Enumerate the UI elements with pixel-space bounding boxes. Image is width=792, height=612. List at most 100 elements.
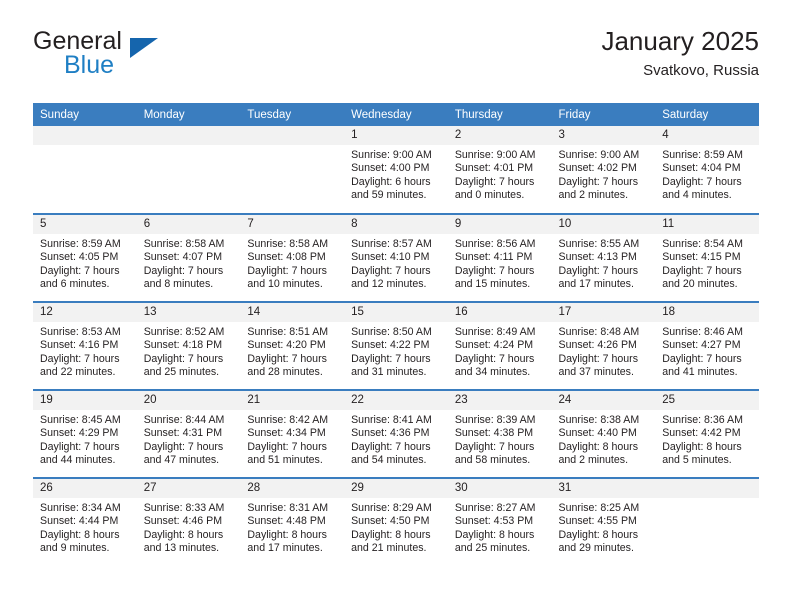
daylight-text-line1: Daylight: 7 hours [351,352,431,365]
page-subtitle-location: Svatkovo, Russia [643,62,759,79]
calendar-day-cell[interactable]: 21 Sunrise: 8:42 AM Sunset: 4:34 PM Dayligh… [240,389,345,478]
calendar-day-cell[interactable]: 2 Sunrise: 9:00 AM Sunset: 4:01 PM Daylight… [447,126,552,214]
daylight-text-line1: Daylight: 7 hours [143,352,224,365]
calendar-day-cell[interactable]: 23 Sunrise: 8:39 AM Sunset: 4:38 PM Dayligh… [447,389,552,478]
sunset-text: Sunset: 4:31 PM [143,427,223,440]
day-number: 16 [447,303,552,322]
calendar-day-cell[interactable]: 31 Sunrise: 8:25 AM Sunset: 4:55 PM Dayligh… [551,477,656,566]
daylight-text-line1: Daylight: 8 hours [558,528,639,541]
calendar-day-cell[interactable]: 17 Sunrise: 8:48 AM Sunset: 4:26 PM Dayligh… [551,301,656,390]
daylight-text-line1: Daylight: 7 hours [558,264,639,277]
calendar-day-cell[interactable]: 30 Sunrise: 8:27 AM Sunset: 4:53 PM Dayligh… [447,477,552,566]
daylight-text-line2: and 25 minutes. [454,542,531,555]
day-sun-info: Sunrise: 9:00 AM Sunset: 4:02 PM Daylight:… [552,145,656,203]
calendar-day-cell[interactable]: 20 Sunrise: 8:44 AM Sunset: 4:31 PM Dayligh… [136,389,241,478]
daylight-text-line1: Daylight: 7 hours [40,264,120,277]
day-sun-info: Sunrise: 8:49 AM Sunset: 4:24 PM Daylight:… [448,322,552,380]
day-sun-info: Sunrise: 8:39 AM Sunset: 4:38 PM Daylight:… [448,410,552,468]
day-sun-info: Sunrise: 8:51 AM Sunset: 4:20 PM Daylight:… [240,322,344,380]
day-number [240,126,345,145]
daylight-text-line1: Daylight: 7 hours [662,175,742,188]
calendar-day-cell[interactable]: 24 Sunrise: 8:38 AM Sunset: 4:40 PM Dayligh… [551,389,656,478]
daylight-text-line2: and 54 minutes. [351,454,427,467]
calendar-day-cell[interactable]: 16 Sunrise: 8:49 AM Sunset: 4:24 PM Dayligh… [447,301,552,390]
day-sun-info: Sunrise: 8:57 AM Sunset: 4:10 PM Daylight:… [344,234,448,292]
weekday-header-saturday: Saturday [655,103,759,126]
title-block: January 2025 Svatkovo, Russia [601,24,759,82]
day-sun-info: Sunrise: 8:53 AM Sunset: 4:16 PM Daylight:… [33,322,137,380]
day-cell-content: 25 Sunrise: 8:36 AM Sunset: 4:42 PM Dayligh… [655,391,759,477]
daylight-text-line2: and 13 minutes. [143,542,220,555]
calendar-day-cell[interactable]: 12 Sunrise: 8:53 AM Sunset: 4:16 PM Dayligh… [33,301,137,390]
calendar-day-cell[interactable]: 9 Sunrise: 8:56 AM Sunset: 4:11 PM Daylight… [447,213,552,302]
sunrise-text: Sunrise: 8:38 AM [558,414,640,426]
daylight-text-line1: Daylight: 8 hours [662,440,742,453]
calendar-day-cell[interactable]: 14 Sunrise: 8:51 AM Sunset: 4:20 PM Dayligh… [240,301,345,390]
calendar-day-cell[interactable]: 26 Sunrise: 8:34 AM Sunset: 4:44 PM Dayligh… [33,477,137,566]
calendar-day-cell[interactable]: 1 Sunrise: 9:00 AM Sunset: 4:00 PM Daylight… [344,126,448,214]
sunrise-text: Sunrise: 8:58 AM [247,238,329,250]
daylight-text-line1: Daylight: 7 hours [247,440,327,453]
sunrise-text: Sunrise: 8:56 AM [454,238,536,250]
sunset-text: Sunset: 4:26 PM [558,339,637,352]
day-cell-content: 18 Sunrise: 8:46 AM Sunset: 4:27 PM Dayligh… [655,303,759,389]
day-cell-content [240,126,345,213]
calendar-day-cell[interactable]: 11 Sunrise: 8:54 AM Sunset: 4:15 PM Dayligh… [655,213,759,302]
sunrise-text: Sunrise: 8:36 AM [662,414,743,426]
day-cell-content: 17 Sunrise: 8:48 AM Sunset: 4:26 PM Dayligh… [551,303,656,389]
sunrise-text: Sunrise: 8:59 AM [40,238,121,250]
day-sun-info [240,145,344,149]
daylight-text-line1: Daylight: 7 hours [454,440,535,453]
day-sun-info: Sunrise: 8:58 AM Sunset: 4:07 PM Daylight:… [137,234,241,292]
day-cell-content: 13 Sunrise: 8:52 AM Sunset: 4:18 PM Dayligh… [136,303,241,389]
weekday-header-wednesday: Wednesday [344,103,448,126]
day-sun-info: Sunrise: 8:46 AM Sunset: 4:27 PM Daylight:… [655,322,759,380]
sunrise-text: Sunrise: 8:49 AM [454,326,536,338]
brand-logo[interactable]: General Blue [33,28,333,78]
day-number: 10 [551,215,656,234]
calendar-empty-cell [655,477,759,566]
daylight-text-line2: and 8 minutes. [143,278,214,291]
calendar-day-cell[interactable]: 10 Sunrise: 8:55 AM Sunset: 4:13 PM Dayligh… [551,213,656,302]
calendar-day-cell[interactable]: 27 Sunrise: 8:33 AM Sunset: 4:46 PM Dayligh… [136,477,241,566]
daylight-text-line2: and 31 minutes. [351,366,427,379]
calendar-day-cell[interactable]: 6 Sunrise: 8:58 AM Sunset: 4:07 PM Daylight… [136,213,241,302]
day-number: 8 [344,215,448,234]
calendar-day-cell[interactable]: 19 Sunrise: 8:45 AM Sunset: 4:29 PM Dayligh… [33,389,137,478]
calendar-week-row: 19 Sunrise: 8:45 AM Sunset: 4:29 PM Dayligh… [33,389,759,478]
day-number: 24 [551,391,656,410]
calendar-day-cell[interactable]: 18 Sunrise: 8:46 AM Sunset: 4:27 PM Dayligh… [655,301,759,390]
calendar-day-cell[interactable]: 3 Sunrise: 9:00 AM Sunset: 4:02 PM Daylight… [551,126,656,214]
day-cell-content: 31 Sunrise: 8:25 AM Sunset: 4:55 PM Dayligh… [551,479,656,566]
sunset-text: Sunset: 4:04 PM [662,162,741,175]
calendar-day-cell[interactable]: 13 Sunrise: 8:52 AM Sunset: 4:18 PM Dayligh… [136,301,241,390]
calendar-day-cell[interactable]: 7 Sunrise: 8:58 AM Sunset: 4:08 PM Daylight… [240,213,345,302]
daylight-text-line2: and 10 minutes. [247,278,323,291]
daylight-text-line2: and 47 minutes. [143,454,220,467]
day-cell-content: 24 Sunrise: 8:38 AM Sunset: 4:40 PM Dayligh… [551,391,656,477]
brand-name-blue: Blue [64,51,115,79]
calendar-day-cell[interactable]: 8 Sunrise: 8:57 AM Sunset: 4:10 PM Daylight… [344,213,448,302]
calendar-day-cell[interactable]: 5 Sunrise: 8:59 AM Sunset: 4:05 PM Daylight… [33,213,137,302]
day-number: 14 [240,303,345,322]
sunrise-text: Sunrise: 9:00 AM [558,149,640,161]
day-cell-content: 30 Sunrise: 8:27 AM Sunset: 4:53 PM Dayligh… [447,479,552,566]
calendar-day-cell[interactable]: 29 Sunrise: 8:29 AM Sunset: 4:50 PM Dayligh… [344,477,448,566]
sunset-text: Sunset: 4:00 PM [351,162,430,175]
calendar-week-row: 26 Sunrise: 8:34 AM Sunset: 4:44 PM Dayligh… [33,477,759,566]
day-cell-content: 12 Sunrise: 8:53 AM Sunset: 4:16 PM Dayligh… [33,303,137,389]
day-sun-info: Sunrise: 8:36 AM Sunset: 4:42 PM Daylight:… [655,410,759,468]
calendar-day-cell[interactable]: 28 Sunrise: 8:31 AM Sunset: 4:48 PM Dayligh… [240,477,345,566]
sunset-text: Sunset: 4:13 PM [558,251,637,264]
daylight-text-line1: Daylight: 8 hours [351,528,431,541]
sunset-text: Sunset: 4:05 PM [40,251,119,264]
day-number: 29 [344,479,448,498]
sunset-text: Sunset: 4:07 PM [143,251,223,264]
calendar-day-cell[interactable]: 15 Sunrise: 8:50 AM Sunset: 4:22 PM Dayligh… [344,301,448,390]
day-number: 7 [240,215,345,234]
sunset-text: Sunset: 4:46 PM [143,515,223,528]
calendar-day-cell[interactable]: 25 Sunrise: 8:36 AM Sunset: 4:42 PM Dayligh… [655,389,759,478]
day-number: 28 [240,479,345,498]
calendar-day-cell[interactable]: 4 Sunrise: 8:59 AM Sunset: 4:04 PM Daylight… [655,126,759,214]
calendar-day-cell[interactable]: 22 Sunrise: 8:41 AM Sunset: 4:36 PM Dayligh… [344,389,448,478]
